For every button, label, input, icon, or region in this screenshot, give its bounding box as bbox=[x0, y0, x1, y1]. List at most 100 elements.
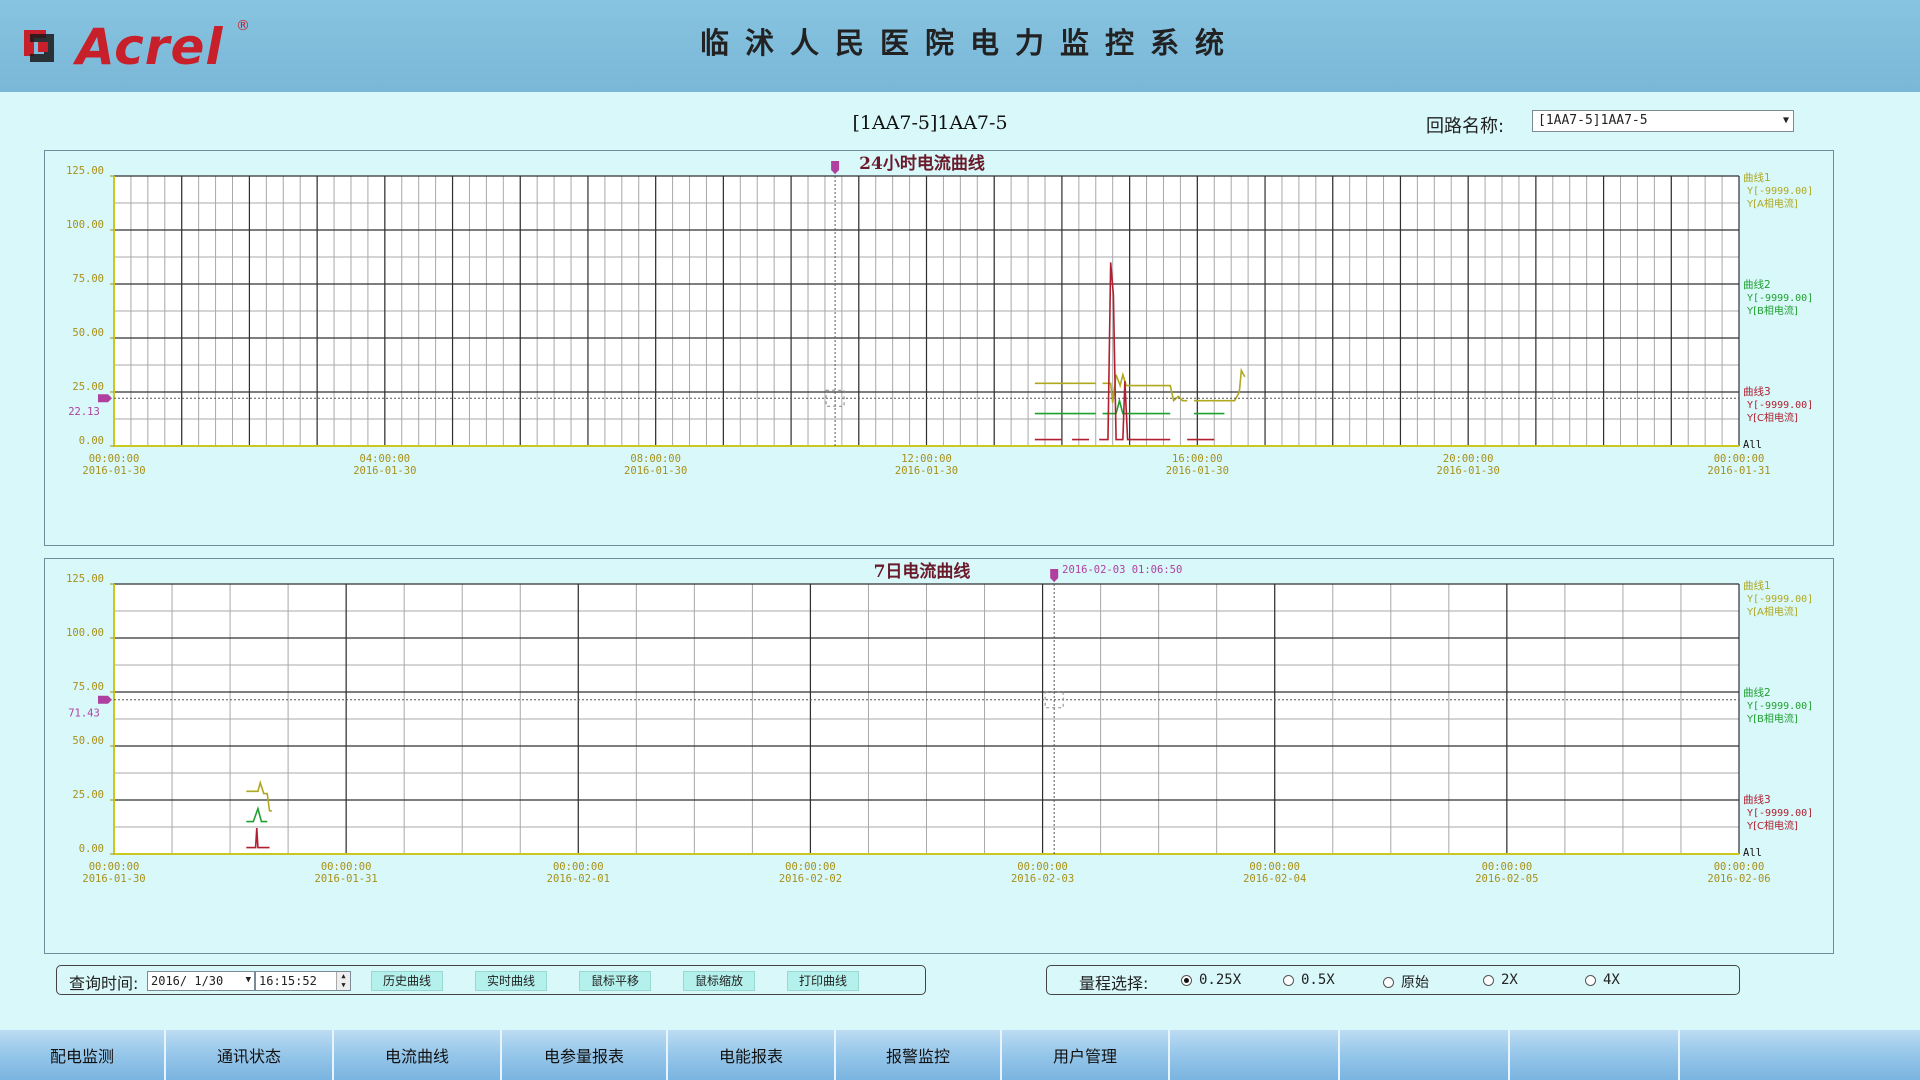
y-tick-label: 50.00 bbox=[72, 327, 104, 339]
nav-power-monitoring[interactable]: 配电监测 bbox=[0, 1030, 166, 1080]
y-tick-label: 25.00 bbox=[72, 381, 104, 393]
legend-y-value: Y[-9999.00] bbox=[1747, 186, 1813, 197]
chevron-down-icon: ▼ bbox=[245, 975, 251, 985]
range-option-label: 4X bbox=[1603, 972, 1620, 988]
query-date-picker[interactable]: 2016/ 1/30 ▼ bbox=[147, 971, 255, 991]
legend-name: 曲线2 bbox=[1743, 278, 1771, 291]
x-tick-label-date: 2016-01-31 bbox=[315, 873, 378, 885]
nav-current-curve[interactable]: 电流曲线 bbox=[334, 1030, 502, 1080]
time-spinner-icon[interactable]: ▲ ▼ bbox=[336, 972, 350, 990]
query-time-input[interactable]: 16:15:52 ▲ ▼ bbox=[255, 971, 351, 991]
x-tick-label-time: 00:00:00 bbox=[1249, 861, 1300, 873]
nav-empty-slot[interactable] bbox=[1510, 1030, 1680, 1080]
x-tick-label-date: 2016-02-05 bbox=[1475, 873, 1538, 885]
legend-y-value: Y[-9999.00] bbox=[1747, 400, 1813, 411]
all-label: All bbox=[1743, 439, 1762, 451]
x-tick-label-date: 2016-01-30 bbox=[82, 873, 145, 885]
chart-7d-svg[interactable]: 125.00100.0075.0050.0025.000.0000:00:002… bbox=[45, 559, 1835, 955]
x-tick-label-time: 12:00:00 bbox=[901, 453, 952, 465]
header-bar: Acrel ® 临沭人民医院电力监控系统 bbox=[0, 0, 1920, 92]
x-tick-label-date: 2016-02-04 bbox=[1243, 873, 1306, 885]
cursor-y-marker-icon bbox=[98, 394, 112, 403]
x-tick-label-time: 00:00:00 bbox=[553, 861, 604, 873]
loop-name-select-value: [1AA7-5]1AA7-5 bbox=[1538, 113, 1648, 128]
y-tick-label: 0.00 bbox=[79, 435, 104, 447]
legend-y-value: Y[-9999.00] bbox=[1747, 594, 1813, 605]
mouse-pan-button[interactable]: 鼠标平移 bbox=[579, 971, 651, 991]
x-tick-label-time: 08:00:00 bbox=[630, 453, 681, 465]
x-tick-label-date: 2016-01-30 bbox=[353, 465, 416, 477]
x-tick-label-date: 2016-01-30 bbox=[82, 465, 145, 477]
system-title: 临沭人民医院电力监控系统 bbox=[699, 26, 1240, 60]
x-tick-label-time: 00:00:00 bbox=[89, 453, 140, 465]
cursor-x-marker-icon bbox=[831, 161, 840, 174]
range-option-0-25x[interactable]: 0.25X bbox=[1181, 972, 1241, 988]
x-tick-label-date: 2016-02-06 bbox=[1707, 873, 1770, 885]
radio-unchecked-icon bbox=[1283, 974, 1294, 986]
chart-title: 7日电流曲线 bbox=[874, 561, 971, 582]
y-tick-label: 125.00 bbox=[66, 165, 104, 177]
x-tick-label-time: 00:00:00 bbox=[321, 861, 372, 873]
y-tick-label: 100.00 bbox=[66, 627, 104, 639]
x-tick-label-time: 00:00:00 bbox=[785, 861, 836, 873]
realtime-curve-button[interactable]: 实时曲线 bbox=[475, 971, 547, 991]
legend-name: 曲线3 bbox=[1743, 385, 1771, 398]
range-option-label: 原始 bbox=[1401, 975, 1429, 991]
legend-desc: Y[B相电流] bbox=[1746, 712, 1798, 725]
chevron-down-icon: ▼ bbox=[1782, 115, 1789, 126]
range-option-0-5x[interactable]: 0.5X bbox=[1283, 972, 1335, 988]
x-tick-label-date: 2016-02-03 bbox=[1011, 873, 1074, 885]
x-tick-label-date: 2016-01-30 bbox=[1166, 465, 1229, 477]
x-tick-label-time: 00:00:00 bbox=[1017, 861, 1068, 873]
history-curve-button[interactable]: 历史曲线 bbox=[371, 971, 443, 991]
nav-energy-report[interactable]: 电能报表 bbox=[668, 1030, 836, 1080]
nav-empty-slot[interactable] bbox=[1680, 1030, 1850, 1080]
x-tick-label-time: 00:00:00 bbox=[1714, 453, 1765, 465]
radio-unchecked-icon bbox=[1585, 974, 1596, 986]
radio-checked-icon bbox=[1181, 974, 1192, 986]
y-tick-label: 0.00 bbox=[79, 843, 104, 855]
chart-7d-panel[interactable]: 125.00 100.00 75.00 50.00 25.00 0.00 00:00:00 2… bbox=[44, 558, 1834, 954]
cursor-x-marker-icon bbox=[1050, 569, 1059, 582]
bottom-nav: 配电监测 通讯状态 电流曲线 电参量报表 电能报表 报警监控 用户管理 bbox=[0, 1030, 1920, 1080]
x-tick-label-date: 2016-01-30 bbox=[624, 465, 687, 477]
mouse-zoom-button[interactable]: 鼠标缩放 bbox=[683, 971, 755, 991]
range-option-original[interactable]: 原始 bbox=[1383, 972, 1429, 992]
print-curve-button[interactable]: 打印曲线 bbox=[787, 971, 859, 991]
nav-alarm-monitor[interactable]: 报警监控 bbox=[836, 1030, 1002, 1080]
y-tick-label: 100.00 bbox=[66, 219, 104, 231]
nav-param-report[interactable]: 电参量报表 bbox=[502, 1030, 668, 1080]
all-label: All bbox=[1743, 847, 1762, 859]
x-tick-label-date: 2016-01-30 bbox=[895, 465, 958, 477]
legend-desc: Y[A相电流] bbox=[1746, 605, 1798, 618]
range-option-4x[interactable]: 4X bbox=[1585, 972, 1620, 988]
y-tick-label: 50.00 bbox=[72, 735, 104, 747]
x-tick-label-date: 2016-02-02 bbox=[779, 873, 842, 885]
x-tick-label-time: 00:00:00 bbox=[1482, 861, 1533, 873]
nav-comm-status[interactable]: 通讯状态 bbox=[166, 1030, 334, 1080]
legend-name: 曲线3 bbox=[1743, 793, 1771, 806]
legend-y-value: Y[-9999.00] bbox=[1747, 808, 1813, 819]
legend-desc: Y[B相电流] bbox=[1746, 304, 1798, 317]
nav-empty-slot[interactable] bbox=[1340, 1030, 1510, 1080]
y-tick-label: 75.00 bbox=[72, 681, 104, 693]
chart-24h-panel[interactable]: 125.00 100.00 75.00 50.00 25.00 0.00 00:00:00 2… bbox=[44, 150, 1834, 546]
cursor-y-value: 22.13 bbox=[68, 406, 100, 418]
chart-24h-svg[interactable]: 125.00100.0075.0050.0025.000.0000:00:002… bbox=[45, 151, 1835, 547]
legend-desc: Y[C相电流] bbox=[1746, 819, 1798, 832]
loop-name-select[interactable]: [1AA7-5]1AA7-5 ▼ bbox=[1532, 110, 1794, 132]
y-tick-label: 125.00 bbox=[66, 573, 104, 585]
x-tick-label-time: 00:00:00 bbox=[89, 861, 140, 873]
legend-y-value: Y[-9999.00] bbox=[1747, 293, 1813, 304]
range-option-label: 0.5X bbox=[1301, 972, 1335, 988]
y-tick-label: 75.00 bbox=[72, 273, 104, 285]
range-option-2x[interactable]: 2X bbox=[1483, 972, 1518, 988]
query-date-value: 2016/ 1/30 bbox=[151, 974, 224, 988]
legend-y-value: Y[-9999.00] bbox=[1747, 701, 1813, 712]
circuit-heading: [1AA7-5]1AA7-5 bbox=[852, 112, 1008, 134]
nav-user-management[interactable]: 用户管理 bbox=[1002, 1030, 1170, 1080]
x-tick-label-time: 20:00:00 bbox=[1443, 453, 1494, 465]
query-time-value: 16:15:52 bbox=[259, 974, 317, 988]
range-option-label: 2X bbox=[1501, 972, 1518, 988]
nav-empty-slot[interactable] bbox=[1170, 1030, 1340, 1080]
